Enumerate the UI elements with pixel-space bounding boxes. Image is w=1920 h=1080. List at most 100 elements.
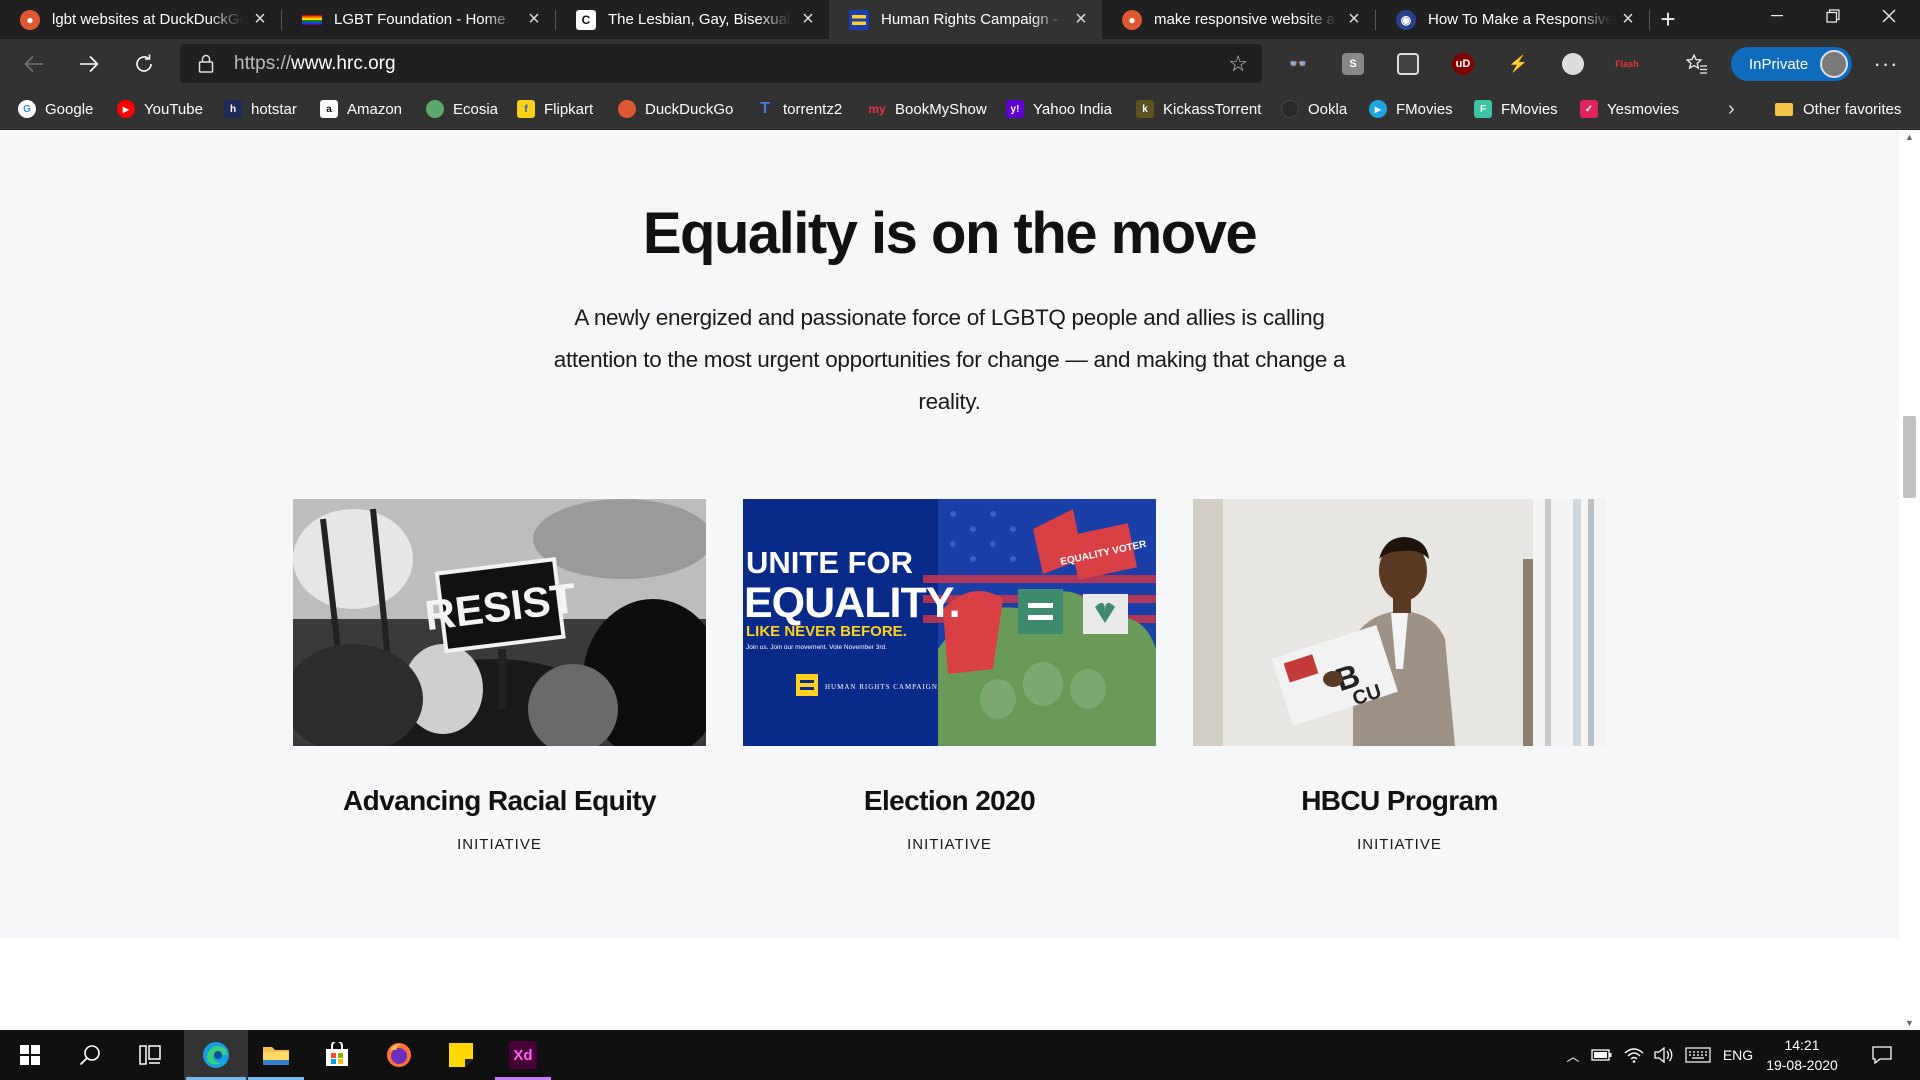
- yesmovies-icon: ✓: [1580, 100, 1598, 118]
- favorite-yahoo[interactable]: y! Yahoo India: [1006, 89, 1112, 129]
- favorite-torrentz2[interactable]: T torrentz2: [756, 89, 842, 129]
- duckduckgo-icon: [618, 100, 636, 118]
- wifi-icon[interactable]: [1620, 1030, 1648, 1080]
- close-tab-icon[interactable]: ×: [797, 8, 819, 31]
- favorite-amazon[interactable]: a Amazon: [320, 89, 402, 129]
- favorite-label: DuckDuckGo: [645, 100, 734, 118]
- card-title[interactable]: Election 2020: [743, 785, 1156, 817]
- favorite-duckduckgo[interactable]: DuckDuckGo: [618, 89, 733, 129]
- battery-icon[interactable]: [1588, 1030, 1616, 1080]
- favorite-label: torrentz2: [783, 100, 843, 118]
- tab-how-to-responsive[interactable]: ◉ How To Make a Responsive Website ×: [1376, 0, 1649, 39]
- close-window-button[interactable]: [1861, 0, 1917, 32]
- tab-lgbt-foundation[interactable]: LGBT Foundation - Home ×: [282, 0, 555, 39]
- poster-line-2: EQUALITY.: [744, 579, 960, 627]
- restore-icon: [1826, 9, 1840, 23]
- touch-keyboard-icon[interactable]: [1682, 1030, 1714, 1080]
- action-center-button[interactable]: [1862, 1030, 1902, 1080]
- duckduckgo-icon: ●: [20, 9, 40, 30]
- avatar: [1820, 50, 1848, 78]
- card-hbcu-program[interactable]: B CU HBCU Program INITIATIVE: [1193, 499, 1606, 853]
- ext-circle-icon[interactable]: [1562, 53, 1584, 75]
- hrc-logo-text: HUMAN RIGHTS CAMPAIGN: [825, 683, 938, 691]
- tab-duckduckgo-responsive[interactable]: ● make responsive website at DuckDuckGo …: [1102, 0, 1375, 39]
- new-tab-button[interactable]: +: [1652, 0, 1684, 39]
- minimize-button[interactable]: [1749, 0, 1805, 32]
- fmovies-play-icon: ▶: [1369, 100, 1387, 118]
- favorites-list-icon: [1686, 54, 1707, 74]
- scroll-down-arrow-icon[interactable]: ▼: [1899, 1018, 1920, 1028]
- settings-more-button[interactable]: ···: [1868, 47, 1904, 81]
- page-scrollbar[interactable]: ▲ ▼: [1899, 130, 1920, 1030]
- page-viewport: Equality is on the move A newly energize…: [0, 130, 1899, 1030]
- card-image-unite-for-equality[interactable]: EQUALITY VOTER UNITE FOR EQUALITY. LIKE …: [743, 499, 1156, 746]
- arrow-left-icon: [24, 55, 43, 73]
- card-image-hbcu[interactable]: B CU: [1193, 499, 1606, 746]
- favorite-google[interactable]: G Google: [18, 89, 93, 129]
- poster-line-3: LIKE NEVER BEFORE.: [746, 623, 907, 640]
- tab-human-rights-campaign[interactable]: Human Rights Campaign - Home ×: [829, 0, 1102, 39]
- url-text[interactable]: https://www.hrc.org: [234, 44, 396, 83]
- ext-reader-icon[interactable]: 👓: [1287, 53, 1309, 75]
- scrollbar-thumb[interactable]: [1903, 416, 1916, 498]
- favorite-yesmovies[interactable]: ✓ Yesmovies: [1580, 89, 1679, 129]
- taskbar-sticky-notes[interactable]: [431, 1030, 491, 1080]
- forward-button[interactable]: [71, 47, 107, 81]
- favorite-ecosia[interactable]: Ecosia: [426, 89, 498, 129]
- tab-duckduckgo-lgbt[interactable]: ● lgbt websites at DuckDuckGo ×: [0, 0, 281, 39]
- tab-lesbian-gay-bisexual[interactable]: C The Lesbian, Gay, Bisexual & Transgend…: [556, 0, 829, 39]
- back-button[interactable]: [16, 47, 52, 81]
- start-button[interactable]: [0, 1030, 60, 1080]
- favorite-label: Amazon: [347, 100, 403, 118]
- task-view-button[interactable]: [120, 1030, 180, 1080]
- close-tab-icon[interactable]: ×: [1343, 8, 1365, 31]
- favorite-flipkart[interactable]: f Flipkart: [517, 89, 593, 129]
- other-favorites-folder[interactable]: Other favorites: [1775, 89, 1901, 129]
- card-title[interactable]: HBCU Program: [1193, 785, 1606, 817]
- refresh-button[interactable]: [126, 47, 162, 81]
- restore-button[interactable]: [1805, 0, 1861, 32]
- favorite-ookla[interactable]: Ookla: [1281, 89, 1347, 129]
- favorite-star-icon[interactable]: ☆: [1228, 44, 1248, 83]
- address-bar[interactable]: https://www.hrc.org ☆: [180, 44, 1262, 83]
- card-advancing-racial-equity[interactable]: RESIST Advancing Racial Equity INITIATIV…: [293, 499, 706, 853]
- card-election-2020[interactable]: EQUALITY VOTER UNITE FOR EQUALITY. LIKE …: [743, 499, 1156, 853]
- favorite-label: Google: [45, 100, 94, 118]
- favorite-fmovies[interactable]: ▶ FMovies: [1369, 89, 1453, 129]
- favorites-button[interactable]: [1679, 47, 1715, 81]
- card-kicker: INITIATIVE: [907, 836, 992, 853]
- taskbar-search-button[interactable]: [60, 1030, 120, 1080]
- taskbar-edge[interactable]: [184, 1030, 248, 1080]
- volume-icon[interactable]: [1650, 1030, 1678, 1080]
- favorite-fmovies-2[interactable]: F FMovies: [1474, 89, 1558, 129]
- favorite-hotstar[interactable]: h hotstar: [224, 89, 297, 129]
- chevron-right-icon[interactable]: ›: [1728, 89, 1735, 129]
- lock-icon[interactable]: [198, 54, 214, 73]
- ext-bolt-icon[interactable]: ⚡: [1507, 53, 1529, 75]
- taskbar-file-explorer[interactable]: [246, 1030, 306, 1080]
- ext-s-icon[interactable]: S: [1342, 53, 1364, 75]
- poster-line-1: UNITE FOR: [746, 545, 913, 580]
- close-tab-icon[interactable]: ×: [1070, 8, 1092, 31]
- show-hidden-icons-chevron-up-icon[interactable]: ︿: [1562, 1030, 1584, 1080]
- flash-icon[interactable]: Flash: [1615, 53, 1639, 75]
- favorite-kickasstorrent[interactable]: k KickassTorrent: [1136, 89, 1261, 129]
- taskbar-firefox[interactable]: [369, 1030, 429, 1080]
- card-image-resist[interactable]: RESIST: [293, 499, 706, 746]
- close-tab-icon[interactable]: ×: [1617, 8, 1639, 31]
- ext-link-icon[interactable]: [1397, 53, 1419, 75]
- favorite-bookmyshow[interactable]: my BookMyShow: [868, 89, 986, 129]
- card-title[interactable]: Advancing Racial Equity: [293, 785, 706, 817]
- scroll-up-arrow-icon[interactable]: ▲: [1899, 132, 1920, 142]
- firefox-icon: [387, 1043, 411, 1067]
- favorite-youtube[interactable]: ▶ YouTube: [117, 89, 203, 129]
- clock[interactable]: 14:21 19-08-2020: [1762, 1035, 1842, 1075]
- close-tab-icon[interactable]: ×: [249, 8, 271, 31]
- taskbar-store[interactable]: [307, 1030, 367, 1080]
- ublock-icon[interactable]: uD: [1452, 53, 1474, 75]
- inprivate-button[interactable]: InPrivate: [1731, 47, 1852, 81]
- language-indicator[interactable]: ENG: [1718, 1030, 1758, 1080]
- close-tab-icon[interactable]: ×: [523, 8, 545, 31]
- taskbar-adobe-xd[interactable]: Xd: [493, 1030, 553, 1080]
- next-section-heading-partial: [540, 1010, 1340, 1030]
